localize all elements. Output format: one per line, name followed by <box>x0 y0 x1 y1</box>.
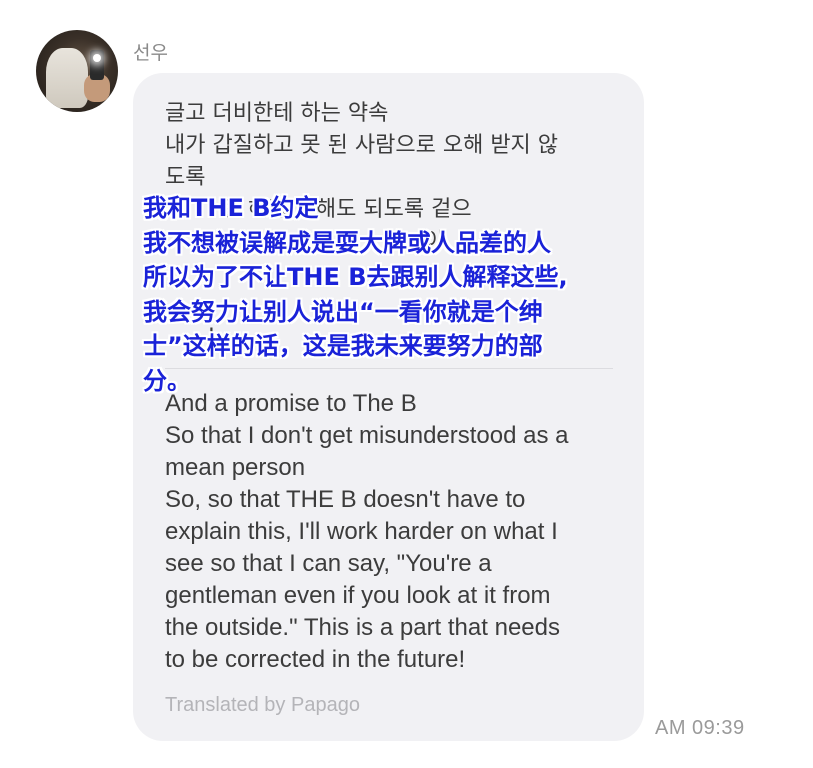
translated-line: gentleman even if you look at it from <box>165 582 551 609</box>
translated-line: explain this, I'll work harder on what I <box>165 518 558 545</box>
translated-line: the outside." This is a part that needs <box>165 614 560 641</box>
avatar-photo-flash <box>93 54 101 62</box>
sender-avatar[interactable] <box>36 30 118 112</box>
translated-line: So that I don't get misunderstood as a <box>165 422 569 449</box>
overlay-line: 所以为了不让THE B去跟别人解释这些, <box>143 263 568 291</box>
sender-name: 선우 <box>133 42 168 64</box>
overlay-line: 士”这样的话，这是我未来要努力的部 <box>143 332 543 360</box>
original-line: 내가 갑질하고 못 된 사람으로 오해 받지 않 <box>165 133 559 158</box>
avatar-photo-subject <box>46 48 88 108</box>
translated-line: mean person <box>165 454 306 481</box>
original-line: 글고 더비한테 하는 약속 <box>165 101 389 126</box>
translated-message: And a promise to The B So that I don't g… <box>165 388 625 676</box>
translation-credit: Translated by Papago <box>165 694 360 716</box>
overlay-line: 我不想被误解成是耍大牌或人品差的人 <box>143 228 551 257</box>
translated-line: So, so that THE B doesn't have to <box>165 486 526 513</box>
translated-line: And a promise to The B <box>165 390 417 417</box>
chinese-translation-overlay: 我和THE B约定 我不想被误解成是耍大牌或人品差的人 所以为了不让THE B去… <box>143 191 623 398</box>
chat-screen: 선우 글고 더비한테 하는 약속 내가 갑질하고 못 된 사람으로 오해 받지 … <box>0 0 813 768</box>
overlay-line: 我和THE B约定 <box>143 194 319 222</box>
translated-line: to be corrected in the future! <box>165 646 466 673</box>
original-line: 도록 <box>165 165 206 190</box>
overlay-line: 我会努力让别人说出“一看你就是个绅 <box>143 297 543 326</box>
message-timestamp: AM 09:39 <box>655 717 745 739</box>
translated-line: see so that I can say, "You're a <box>165 550 492 577</box>
